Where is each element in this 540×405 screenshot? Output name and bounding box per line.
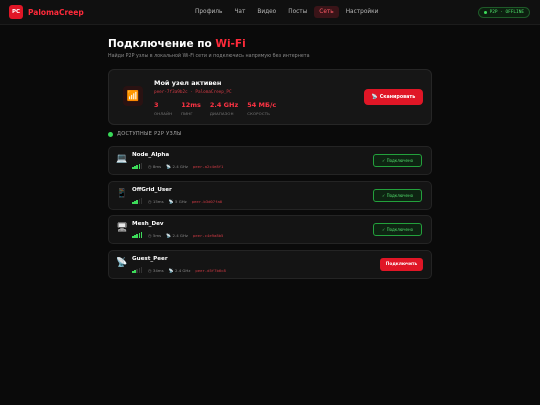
main-nav: Профиль Чат Видео Посты Сеть Настройки (190, 6, 385, 18)
logo-text: PalomaCreep (28, 7, 84, 17)
stat-label: СКОРОСТЬ (247, 111, 271, 116)
peer-address: peer-a2c4e8f1 (192, 163, 224, 169)
antenna-icon: 📡 (168, 267, 174, 273)
peer-address: peer-b3d07fa0 (191, 198, 223, 204)
stat-value: 54 МБ/с (247, 101, 277, 109)
peer-meta: ◷ 15ms 📡 5 GHz peer-b3d07fa0 (132, 198, 222, 204)
stat-label: ДИАПАЗОН (209, 111, 234, 116)
peer-address: peer-d5f7b6c8 (195, 267, 226, 273)
antenna-icon: 📡 (166, 163, 171, 169)
stat-online: 3 ОНЛАЙН (154, 101, 172, 116)
peer-address: peer-c4e9a8b5 (192, 232, 224, 238)
peer-ping: ◷ 5ms (148, 233, 161, 238)
page-title: Подключение по Wi-Fi (108, 38, 246, 50)
connection-status-badge: P2P · OFFLINE (477, 7, 530, 18)
stat-ping: 12ms ПИНГ (181, 101, 201, 116)
peer-meta: ◷ 34ms 📡 2.4 GHz peer-d5f7b6c8 (132, 267, 226, 273)
page-subtitle: Найди P2P узлы в локальной Wi-Fi сети и … (108, 54, 310, 59)
antenna-icon: 📡 (168, 198, 174, 204)
nav-item-settings[interactable]: Настройки (341, 6, 384, 18)
peer-ping: ◷ 15ms (148, 199, 164, 204)
peer-band: 📡 5 GHz (169, 199, 187, 204)
antenna-icon: 📡 (166, 232, 171, 238)
section-label: ДОСТУПНЫЕ P2P УЗЛЫ (117, 131, 182, 137)
signal-bars-icon (132, 163, 143, 169)
connected-button[interactable]: ✓ Подключено (373, 154, 422, 167)
peer-band-value: 2.4 GHz (174, 267, 191, 273)
signal-bars-icon (132, 232, 143, 238)
clock-icon: ◷ (147, 232, 152, 238)
phone-icon: 📱 (116, 189, 128, 199)
node-title: Мой узел активен (154, 79, 222, 87)
peer-card: 🖥 Mesh_Dev ◷ 5ms 📡 2.4 GHz peer-c4e9a8b5 ✓… (108, 215, 432, 244)
my-node-card: 📶 Мой узел активен peer-7f3a9b2c · Palom… (108, 69, 432, 125)
page-title-main: Подключение по (108, 38, 216, 50)
stat-value: 3 (154, 101, 159, 109)
radar-icon: 📡 (371, 94, 378, 100)
nav-item-network[interactable]: Сеть (314, 6, 339, 18)
stat-label: ОНЛАЙН (154, 111, 173, 116)
online-dot-icon (108, 131, 113, 137)
status-text: P2P · OFFLINE (489, 10, 524, 15)
peer-name: Node_Alpha (132, 152, 170, 158)
connected-button[interactable]: ✓ Подключено (373, 223, 422, 236)
scan-button-label: Сканировать (379, 94, 416, 100)
signal-bars-icon (132, 267, 143, 273)
peer-name: Guest_Peer (132, 256, 168, 262)
peer-band: 📡 2.4 GHz (166, 233, 188, 238)
peer-ping-value: 5ms (152, 232, 162, 238)
logo-mark: PC (9, 5, 23, 19)
mesh-router-icon: 🖥 (116, 223, 128, 233)
page-title-accent: Wi-Fi (215, 38, 246, 50)
nav-item-video[interactable]: Видео (252, 6, 281, 18)
nav-item-posts[interactable]: Посты (283, 6, 312, 18)
peer-band-value: 5 GHz (174, 198, 187, 204)
peer-ping-value: 8ms (152, 163, 162, 169)
scan-button[interactable]: 📡 Сканировать (364, 89, 423, 105)
wifi-icon: 📶 (123, 86, 143, 106)
clock-icon: ◷ (147, 163, 152, 169)
peer-name: Mesh_Dev (132, 221, 164, 227)
peer-band: 📡 2.4 GHz (169, 268, 191, 273)
node-stats: 3 ОНЛАЙН 12ms ПИНГ 2.4 GHz ДИАПАЗОН 54 М… (154, 101, 285, 116)
peer-card: 📡 Guest_Peer ◷ 34ms 📡 2.4 GHz peer-d5f7b6c… (108, 250, 432, 279)
peer-ping: ◷ 34ms (148, 268, 164, 273)
peer-band-value: 2.4 GHz (172, 232, 188, 238)
connect-button[interactable]: Подключить (380, 258, 423, 271)
stat-value: 2.4 GHz (209, 101, 239, 109)
stat-label: ПИНГ (181, 111, 193, 116)
peers-section-header: ДОСТУПНЫЕ P2P УЗЛЫ (108, 131, 182, 137)
top-bar: PC PalomaCreep Профиль Чат Видео Посты С… (0, 0, 540, 25)
peer-card: 💻 Node_Alpha ◷ 8ms 📡 2.4 GHz peer-a2c4e8f1… (108, 146, 432, 175)
peer-meta: ◷ 8ms 📡 2.4 GHz peer-a2c4e8f1 (132, 163, 223, 169)
peer-name: OffGrid_User (132, 187, 172, 193)
nav-item-chat[interactable]: Чат (229, 6, 250, 18)
peer-ping-value: 34ms (152, 267, 164, 273)
peer-band-value: 2.4 GHz (172, 163, 188, 169)
peer-band: 📡 2.4 GHz (166, 164, 188, 169)
node-id: peer-7f3a9b2c · PalomaCreep_PC (154, 90, 232, 95)
laptop-icon: 💻 (116, 154, 128, 164)
peer-ping-value: 15ms (152, 198, 164, 204)
status-dot-icon (483, 11, 487, 14)
stat-band: 2.4 GHz ДИАПАЗОН (210, 101, 238, 116)
peer-meta: ◷ 5ms 📡 2.4 GHz peer-c4e9a8b5 (132, 232, 223, 238)
peer-ping: ◷ 8ms (148, 164, 161, 169)
satellite-icon: 📡 (116, 258, 128, 268)
signal-bars-icon (132, 198, 143, 204)
nav-item-profile[interactable]: Профиль (190, 6, 227, 18)
clock-icon: ◷ (147, 267, 152, 273)
stat-value: 12ms (181, 101, 201, 109)
clock-icon: ◷ (147, 198, 152, 204)
connected-button[interactable]: ✓ Подключено (373, 189, 422, 202)
logo[interactable]: PC PalomaCreep (9, 5, 84, 19)
stat-speed: 54 МБ/с СКОРОСТЬ (247, 101, 276, 116)
peer-card: 📱 OffGrid_User ◷ 15ms 📡 5 GHz peer-b3d07fa… (108, 181, 432, 210)
